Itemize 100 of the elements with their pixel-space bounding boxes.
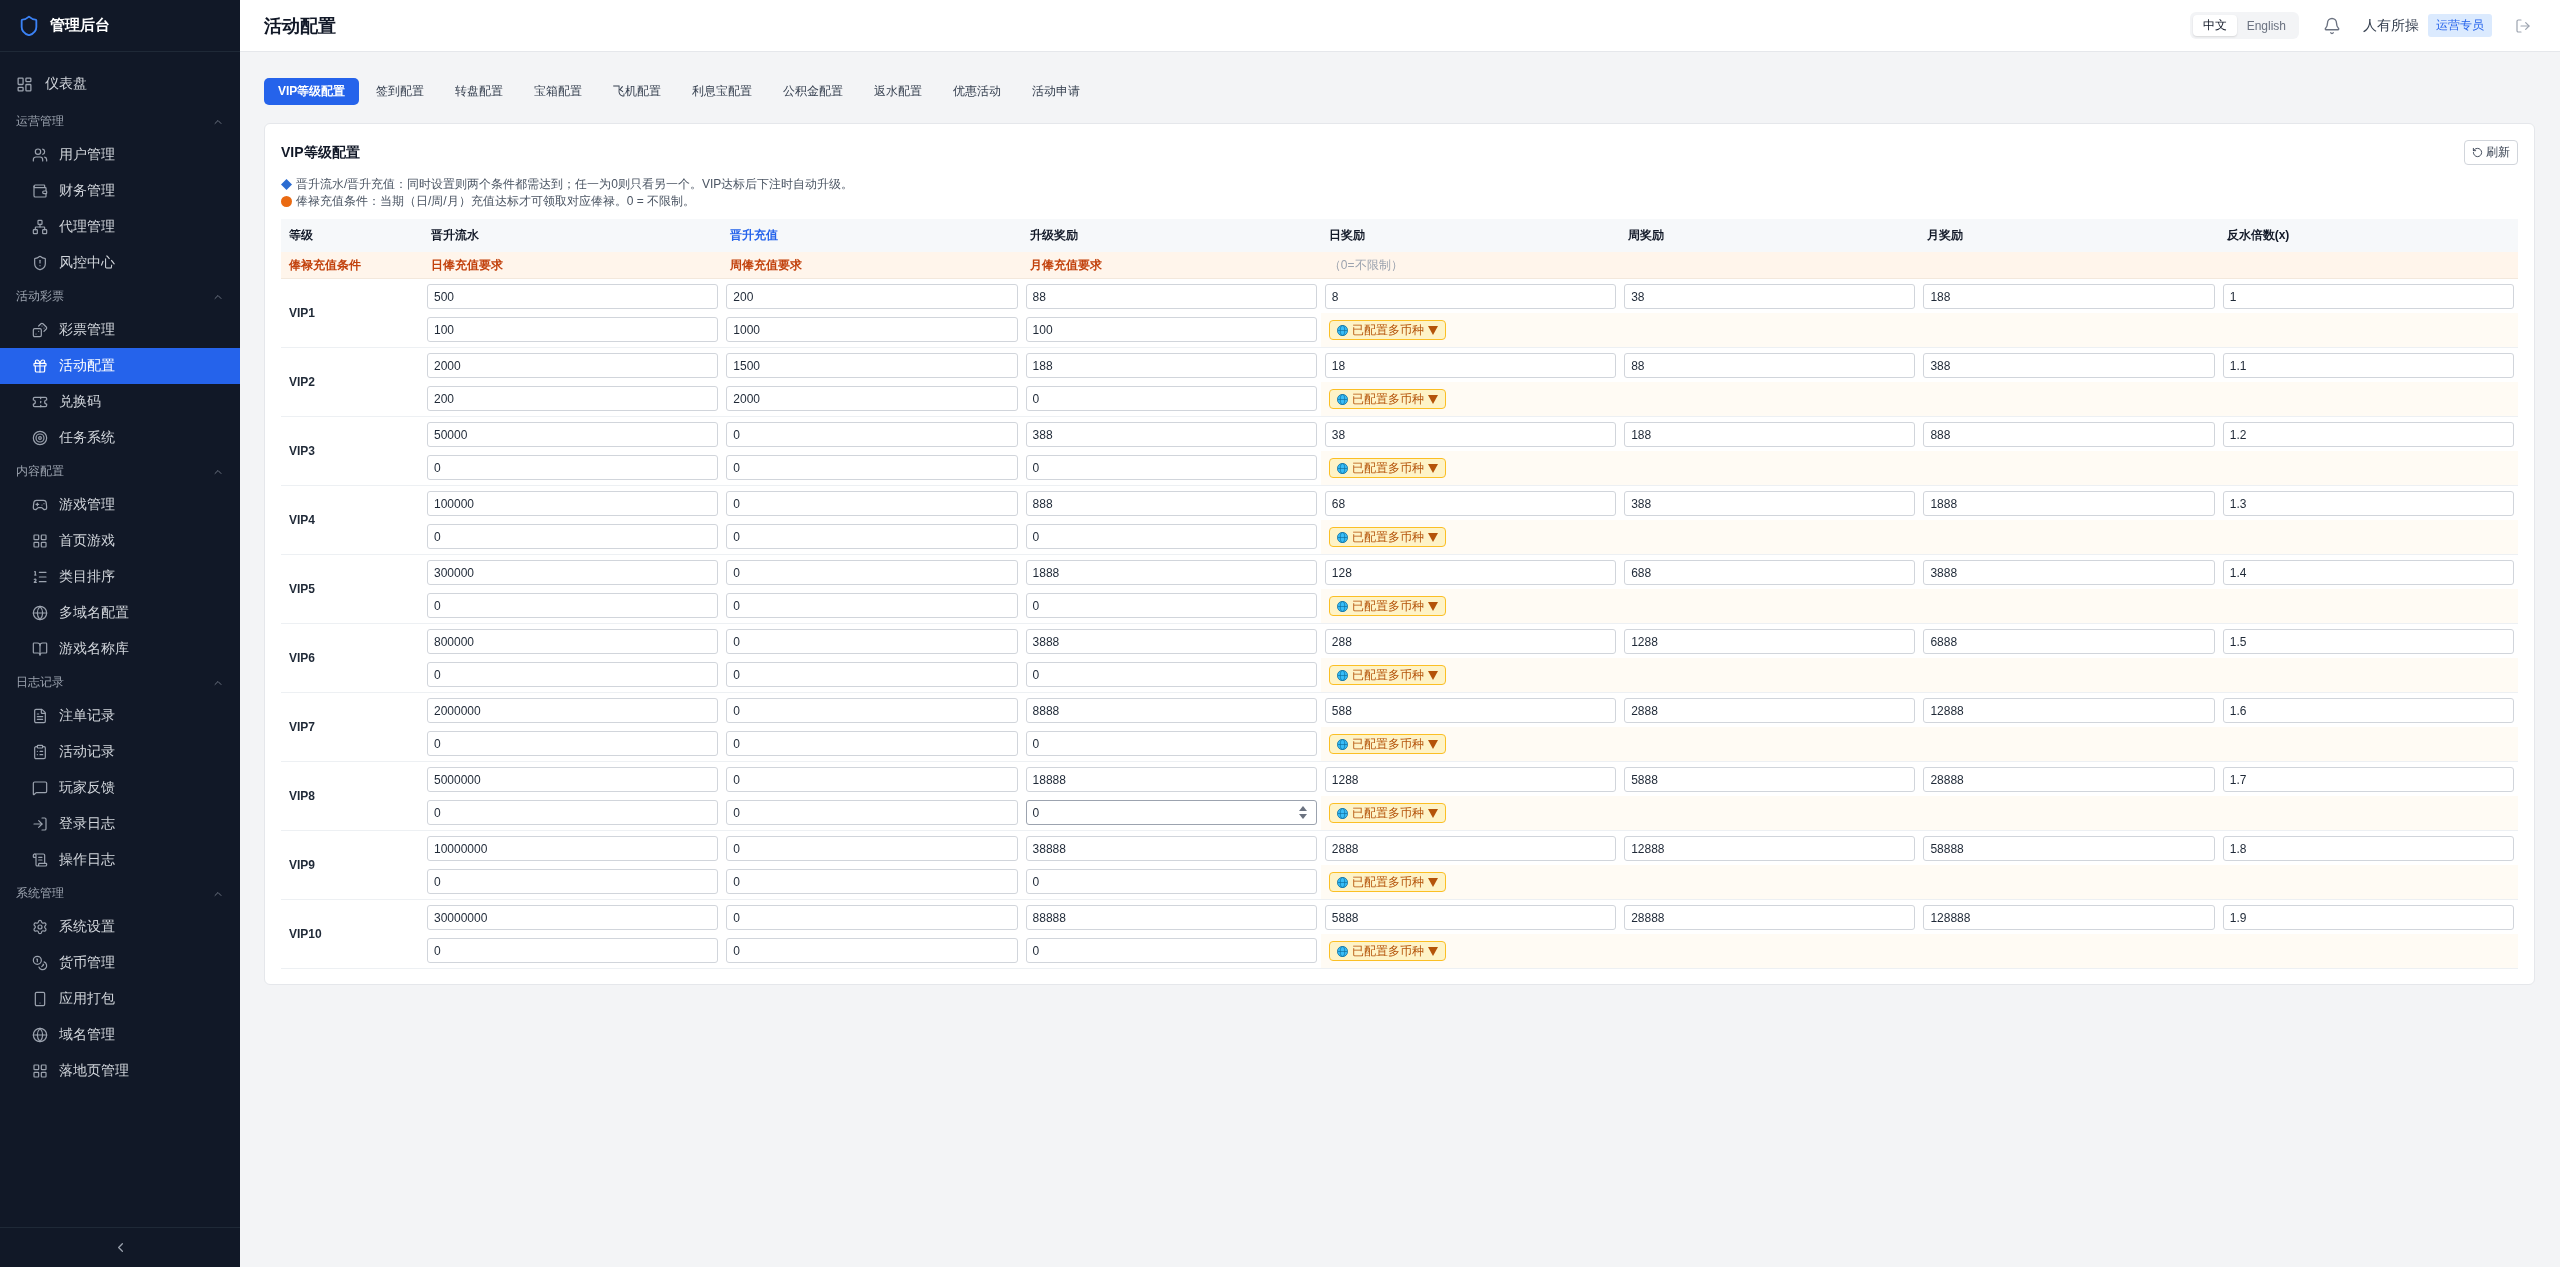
number-field[interactable]: 0 <box>726 593 1018 618</box>
number-field[interactable]: 0 <box>726 662 1018 687</box>
number-field[interactable]: 500 <box>427 284 719 309</box>
currency-dropdown[interactable]: 已配置多币种 <box>1328 734 1446 754</box>
sidebar-item[interactable]: 操作日志 <box>0 842 240 878</box>
number-field[interactable]: 1.7 <box>2222 767 2514 792</box>
number-field[interactable]: 0 <box>427 524 719 549</box>
number-field[interactable]: 88888 <box>1025 905 1317 930</box>
sidebar-item[interactable]: 仪表盘 <box>0 66 240 102</box>
number-field[interactable]: 50000 <box>427 422 719 447</box>
updown-arrows-icon[interactable] <box>1298 806 1307 819</box>
sidebar-item[interactable]: 风控中心 <box>0 245 240 281</box>
section-header[interactable]: 活动彩票 <box>0 281 240 312</box>
number-field[interactable]: 1.6 <box>2222 698 2514 723</box>
number-field[interactable]: 288 <box>1324 629 1617 654</box>
number-field[interactable]: 800000 <box>427 629 719 654</box>
number-field[interactable]: 0 <box>1025 731 1317 756</box>
number-field[interactable]: 28888 <box>1624 905 1916 930</box>
number-field[interactable]: 0 <box>726 800 1018 825</box>
currency-dropdown[interactable]: 已配置多币种 <box>1328 458 1446 478</box>
bell-icon[interactable] <box>2323 16 2341 35</box>
sidebar-item[interactable]: 用户管理 <box>0 137 240 173</box>
number-field[interactable]: 388 <box>1025 422 1317 447</box>
language-option[interactable]: 中文 <box>2192 15 2237 36</box>
number-field[interactable]: 1.8 <box>2222 836 2514 861</box>
sidebar-item[interactable]: 兑换码 <box>0 384 240 420</box>
number-field[interactable]: 88 <box>1025 284 1317 309</box>
number-field[interactable]: 888 <box>1025 491 1317 516</box>
tab[interactable]: 利息宝配置 <box>678 78 767 105</box>
number-field[interactable]: 2888 <box>1324 836 1617 861</box>
number-field[interactable]: 5888 <box>1324 905 1617 930</box>
number-field[interactable]: 10000000 <box>427 836 719 861</box>
number-field[interactable]: 1288 <box>1324 767 1617 792</box>
number-field[interactable]: 200 <box>726 284 1018 309</box>
number-field[interactable]: 1000 <box>726 317 1018 342</box>
number-field[interactable]: 1500 <box>726 353 1018 378</box>
sidebar-item[interactable]: 登录日志 <box>0 806 240 842</box>
sidebar-item[interactable]: 游戏名称库 <box>0 631 240 667</box>
number-field[interactable]: 200 <box>427 386 719 411</box>
number-field[interactable]: 0 <box>726 422 1018 447</box>
number-field[interactable]: 128 <box>1324 560 1617 585</box>
sidebar-item[interactable]: 类目排序 <box>0 559 240 595</box>
number-field[interactable]: 1.5 <box>2222 629 2514 654</box>
tab[interactable]: 签到配置 <box>362 78 439 105</box>
number-field[interactable]: 1888 <box>1025 560 1317 585</box>
sidebar-item[interactable]: 游戏管理 <box>0 487 240 523</box>
sidebar-item[interactable]: 系统设置 <box>0 909 240 945</box>
number-field[interactable]: 8 <box>1324 284 1617 309</box>
number-field[interactable]: 0 <box>1025 800 1317 825</box>
section-header[interactable]: 日志记录 <box>0 667 240 698</box>
number-field[interactable]: 1888 <box>1923 491 2215 516</box>
sidebar-item[interactable]: 代理管理 <box>0 209 240 245</box>
section-header[interactable]: 运营管理 <box>0 106 240 137</box>
sidebar-item[interactable]: 域名管理 <box>0 1017 240 1053</box>
number-field[interactable]: 0 <box>726 731 1018 756</box>
number-field[interactable]: 1.4 <box>2222 560 2514 585</box>
number-field[interactable]: 0 <box>1025 938 1317 963</box>
currency-dropdown[interactable]: 已配置多币种 <box>1328 803 1446 823</box>
number-field[interactable]: 0 <box>726 836 1018 861</box>
currency-dropdown[interactable]: 已配置多币种 <box>1328 596 1446 616</box>
currency-dropdown[interactable]: 已配置多币种 <box>1328 872 1446 892</box>
sidebar-item[interactable]: 财务管理 <box>0 173 240 209</box>
number-field[interactable]: 0 <box>427 800 719 825</box>
sidebar-item[interactable]: 活动记录 <box>0 734 240 770</box>
number-field[interactable]: 0 <box>427 662 719 687</box>
number-field[interactable]: 3888 <box>1923 560 2215 585</box>
sidebar-item[interactable]: 注单记录 <box>0 698 240 734</box>
language-option[interactable]: English <box>2236 15 2296 36</box>
sidebar-item[interactable]: 活动配置 <box>0 348 240 384</box>
currency-dropdown[interactable]: 已配置多币种 <box>1328 389 1446 409</box>
number-field[interactable]: 12888 <box>1923 698 2215 723</box>
tab[interactable]: 飞机配置 <box>599 78 676 105</box>
number-field[interactable]: 100 <box>427 317 719 342</box>
sidebar-item[interactable]: 货币管理 <box>0 945 240 981</box>
number-field[interactable]: 188 <box>1025 353 1317 378</box>
sidebar-item[interactable]: 首页游戏 <box>0 523 240 559</box>
number-field[interactable]: 0 <box>726 560 1018 585</box>
sidebar-item[interactable]: 落地页管理 <box>0 1053 240 1089</box>
sidebar-item[interactable]: 任务系统 <box>0 420 240 456</box>
sidebar-item[interactable]: 玩家反馈 <box>0 770 240 806</box>
number-field[interactable]: 68 <box>1324 491 1617 516</box>
number-field[interactable]: 0 <box>427 593 719 618</box>
number-field[interactable]: 0 <box>726 455 1018 480</box>
sidebar-item[interactable]: 应用打包 <box>0 981 240 1017</box>
number-field[interactable]: 6888 <box>1923 629 2215 654</box>
number-field[interactable]: 1.2 <box>2222 422 2514 447</box>
number-field[interactable]: 0 <box>726 905 1018 930</box>
number-field[interactable]: 38 <box>1624 284 1916 309</box>
number-field[interactable]: 0 <box>427 869 719 894</box>
currency-dropdown[interactable]: 已配置多币种 <box>1328 665 1446 685</box>
number-field[interactable]: 188 <box>1624 422 1916 447</box>
number-field[interactable]: 688 <box>1624 560 1916 585</box>
number-field[interactable]: 0 <box>427 455 719 480</box>
number-field[interactable]: 1288 <box>1624 629 1916 654</box>
number-field[interactable]: 0 <box>726 938 1018 963</box>
number-field[interactable]: 5000000 <box>427 767 719 792</box>
tab[interactable]: 活动申请 <box>1018 78 1095 105</box>
number-field[interactable]: 58888 <box>1923 836 2215 861</box>
number-field[interactable]: 12888 <box>1624 836 1916 861</box>
number-field[interactable]: 18 <box>1324 353 1617 378</box>
